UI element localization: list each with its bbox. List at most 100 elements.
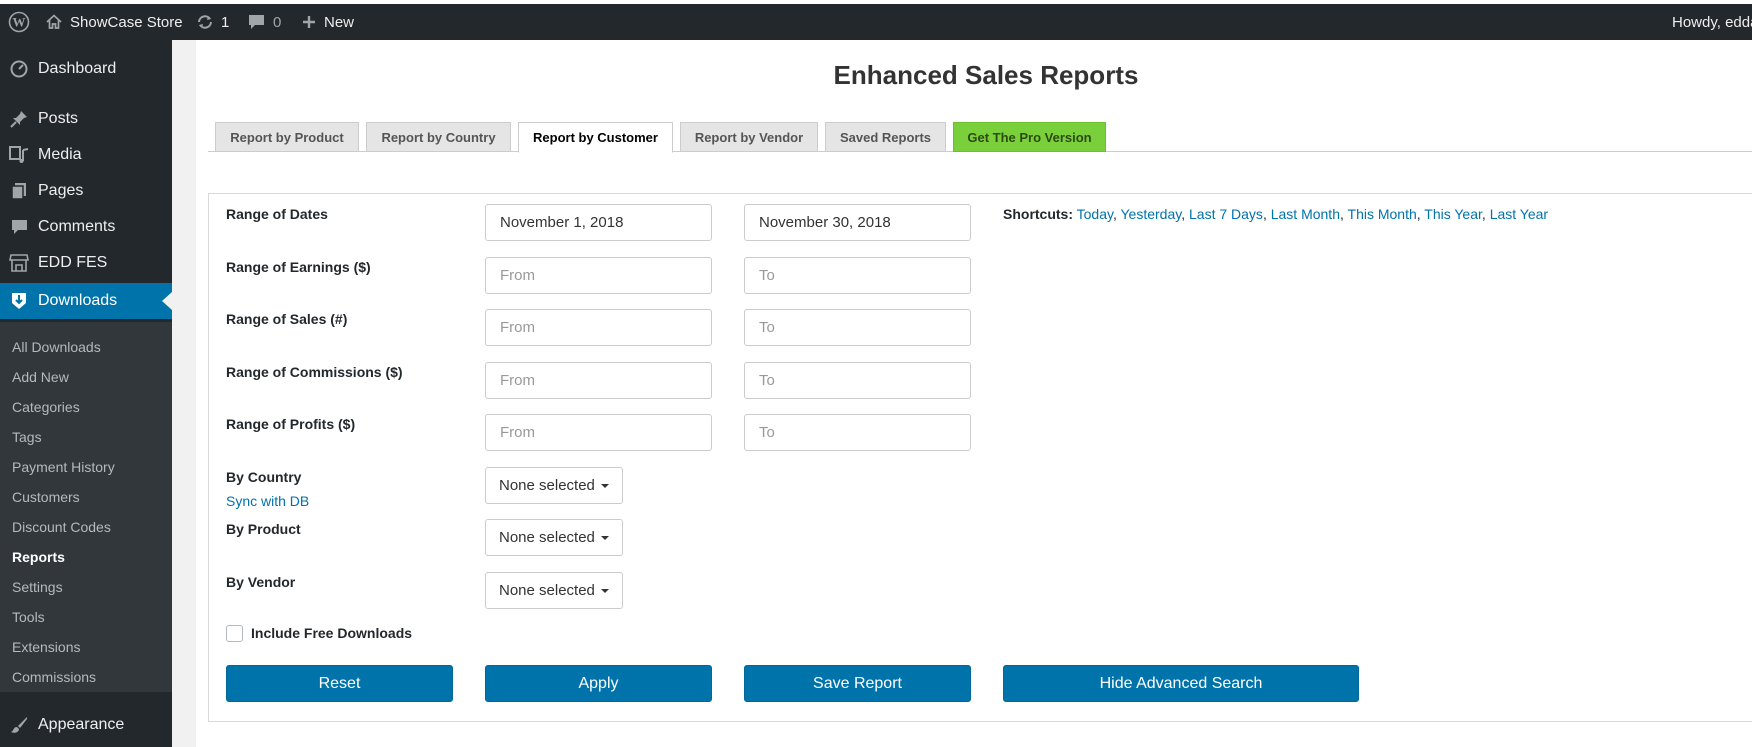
range-earnings-label: Range of Earnings ($) (226, 259, 371, 275)
range-sales-label: Range of Sales (#) (226, 311, 348, 327)
dashboard-icon (9, 59, 29, 79)
howdy-text: Howdy, edda (1672, 13, 1752, 31)
menu-label-pages: Pages (38, 182, 84, 199)
by-product-label: By Product (226, 521, 301, 537)
commissions-to-input[interactable]: To (744, 362, 971, 399)
date-to-input[interactable]: November 30, 2018 (744, 204, 971, 241)
product-select[interactable]: None selected (485, 519, 623, 556)
submenu-tags[interactable]: Tags (12, 429, 42, 445)
menu-label-appearance: Appearance (38, 716, 125, 733)
submenu-tools[interactable]: Tools (12, 609, 45, 625)
new-content-link[interactable]: New (302, 4, 354, 40)
pin-icon (9, 109, 29, 129)
submenu-add-new[interactable]: Add New (12, 369, 69, 385)
menu-item-edd-fes[interactable]: EDD FES (0, 247, 172, 279)
profits-to-input[interactable]: To (744, 414, 971, 451)
caret-down-icon (600, 483, 609, 488)
submenu-discount-codes[interactable]: Discount Codes (12, 519, 111, 535)
updates-count: 1 (221, 13, 230, 31)
page-title: Enhanced Sales Reports (833, 60, 1139, 90)
tab-report-by-vendor[interactable]: Report by Vendor (680, 122, 818, 152)
plus-icon (302, 15, 316, 29)
menu-label-downloads: Downloads (38, 292, 118, 309)
site-name-link[interactable]: ShowCase Store (46, 4, 183, 40)
range-commissions-label: Range of Commissions ($) (226, 364, 403, 380)
updates-link[interactable]: 1 (196, 4, 229, 40)
include-free-checkbox[interactable] (226, 625, 243, 642)
submenu-commissions[interactable]: Commissions (12, 669, 96, 685)
menu-label-dashboard: Dashboard (38, 60, 117, 77)
admin-bar-frame: W ShowCase Store 1 0 New Howdy, edda (0, 0, 1752, 44)
tab-report-by-product[interactable]: Report by Product (215, 122, 359, 152)
menu-item-pages[interactable]: Pages (0, 175, 172, 207)
caret-down-icon (600, 588, 609, 593)
date-from-input[interactable]: November 1, 2018 (485, 204, 712, 241)
shortcut-last-month[interactable]: Last Month (1271, 206, 1340, 222)
commissions-from-input[interactable]: From (485, 362, 712, 399)
shortcut-this-year[interactable]: This Year (1424, 206, 1482, 222)
submenu-customers[interactable]: Customers (12, 489, 80, 505)
admin-sidebar: Dashboard Posts Media Pages Comments EDD… (0, 40, 172, 747)
menu-label-media: Media (38, 146, 82, 163)
new-label: New (324, 13, 355, 31)
comment-icon (248, 14, 265, 30)
submenu-all-downloads[interactable]: All Downloads (12, 339, 101, 355)
menu-item-dashboard[interactable]: Dashboard (0, 53, 172, 85)
apply-button[interactable]: Apply (485, 665, 712, 702)
by-vendor-label: By Vendor (226, 574, 296, 590)
downloads-submenu: All Downloads Add New Categories Tags Pa… (0, 322, 172, 692)
earnings-from-input[interactable]: From (485, 257, 712, 294)
menu-item-comments[interactable]: Comments (0, 211, 172, 243)
submenu-extensions[interactable]: Extensions (12, 639, 80, 655)
sales-to-input[interactable]: To (744, 309, 971, 346)
download-icon (9, 291, 29, 311)
save-report-button[interactable]: Save Report (744, 665, 971, 702)
include-free-label: Include Free Downloads (251, 625, 413, 641)
tab-saved-reports[interactable]: Saved Reports (825, 122, 946, 152)
vendor-select-value: None selected (499, 582, 595, 599)
admin-bar: W ShowCase Store 1 0 New Howdy, edda (0, 4, 1752, 40)
caret-down-icon (600, 535, 609, 540)
hide-advanced-search-button[interactable]: Hide Advanced Search (1003, 665, 1359, 702)
submenu-settings[interactable]: Settings (12, 579, 63, 595)
shortcut-this-month[interactable]: This Month (1348, 206, 1417, 222)
menu-item-posts[interactable]: Posts (0, 103, 172, 135)
shortcuts-label: Shortcuts: (1003, 206, 1073, 222)
submenu-categories[interactable]: Categories (12, 399, 80, 415)
earnings-to-input[interactable]: To (744, 257, 971, 294)
comment-icon (9, 217, 29, 237)
paintbrush-icon (9, 715, 29, 735)
menu-label-comments: Comments (38, 218, 116, 235)
advanced-search-panel (208, 193, 1752, 722)
sync-with-db-link[interactable]: Sync with DB (226, 493, 309, 509)
country-select[interactable]: None selected (485, 467, 623, 504)
store-icon (9, 253, 29, 273)
media-icon (9, 145, 29, 165)
tab-get-pro-version[interactable]: Get The Pro Version (953, 122, 1106, 152)
range-profits-label: Range of Profits ($) (226, 416, 356, 432)
submenu-payment-history[interactable]: Payment History (12, 459, 115, 475)
home-icon (46, 14, 62, 30)
sales-from-input[interactable]: From (485, 309, 712, 346)
shortcut-last-year[interactable]: Last Year (1490, 206, 1548, 222)
vendor-select[interactable]: None selected (485, 572, 623, 609)
product-select-value: None selected (499, 529, 595, 546)
howdy-user-link[interactable]: Howdy, edda (1672, 4, 1752, 40)
site-name: ShowCase Store (70, 13, 183, 31)
submenu-reports[interactable]: Reports (12, 549, 65, 565)
shortcut-today[interactable]: Today (1077, 206, 1113, 222)
shortcut-yesterday[interactable]: Yesterday (1121, 206, 1182, 222)
menu-item-media[interactable]: Media (0, 139, 172, 171)
profits-from-input[interactable]: From (485, 414, 712, 451)
country-select-value: None selected (499, 477, 595, 494)
reset-button[interactable]: Reset (226, 665, 453, 702)
comments-link[interactable]: 0 (248, 4, 281, 40)
menu-label-edd-fes: EDD FES (38, 254, 108, 271)
menu-item-downloads[interactable]: Downloads (0, 283, 172, 319)
shortcut-last-7-days[interactable]: Last 7 Days (1189, 206, 1263, 222)
updates-icon (196, 14, 214, 30)
tab-report-by-country[interactable]: Report by Country (366, 122, 511, 152)
tab-report-by-customer[interactable]: Report by Customer (518, 122, 673, 153)
menu-item-appearance[interactable]: Appearance (0, 709, 172, 741)
wordpress-logo-icon[interactable]: W (8, 4, 30, 40)
